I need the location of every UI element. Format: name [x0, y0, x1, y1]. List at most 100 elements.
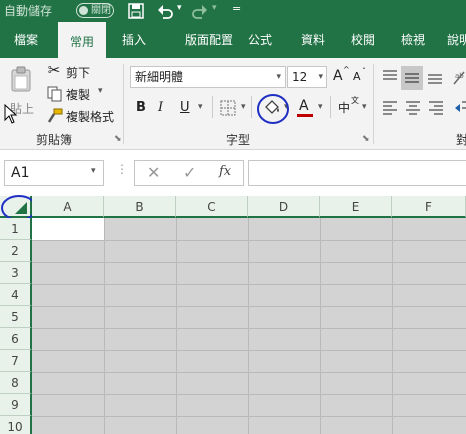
gridline	[32, 306, 466, 307]
row-header-10[interactable]: 10	[0, 416, 32, 434]
column-header-a[interactable]: A	[32, 196, 104, 218]
clipboard-launcher-icon[interactable]: ⬊	[114, 134, 122, 144]
tab-view[interactable]: 檢視	[391, 22, 435, 58]
font-color-swatch	[297, 114, 313, 117]
bold-button[interactable]: B	[136, 100, 146, 115]
alignment-group-label-partial-icon: 對	[456, 133, 466, 147]
redo-dropdown-icon[interactable]: ▾	[212, 3, 217, 13]
shrink-font-label: A	[353, 70, 361, 83]
gridline	[248, 218, 249, 434]
tab-insert[interactable]: 插入	[112, 22, 156, 58]
decrease-font-size-button[interactable]: A ˇ	[352, 67, 370, 87]
chevron-down-icon: ▾	[276, 72, 281, 82]
font-group-label: 字型	[226, 133, 251, 147]
underline-button[interactable]: U	[180, 100, 190, 115]
column-header-b[interactable]: B	[104, 196, 176, 218]
autosave-label: 自動儲存	[4, 4, 53, 18]
font-launcher-icon[interactable]: ⬊	[362, 134, 370, 144]
ribbon: 貼上 ✂ 剪下 複製 ▾ 複製格式 剪貼簿 ⬊ 新細明體 ▾ 12 ▾ A ^ …	[0, 58, 466, 150]
align-middle-icon	[405, 73, 419, 83]
underline-dropdown-icon[interactable]: ▾	[198, 102, 203, 112]
undo-dropdown-icon[interactable]: ▾	[177, 3, 182, 13]
row-header-1[interactable]: 1	[0, 218, 32, 240]
group-separator	[123, 64, 124, 144]
font-size-value: 12	[292, 70, 308, 84]
decrease-indent-icon[interactable]	[454, 99, 466, 117]
enter-icon[interactable]: ✓	[183, 163, 196, 182]
formula-input[interactable]	[248, 160, 466, 186]
copy-label: 複製	[66, 88, 91, 102]
tab-data[interactable]: 資料	[291, 22, 335, 58]
row-header-2[interactable]: 2	[0, 240, 32, 262]
column-header-f[interactable]: F	[392, 196, 466, 218]
row-header-9[interactable]: 9	[0, 394, 32, 416]
chevron-down-icon: ▾	[91, 166, 96, 176]
clipboard-icon	[11, 66, 31, 92]
font-family-value: 新細明體	[135, 70, 184, 84]
chevron-down-icon: ▾	[362, 102, 367, 112]
row-header-8[interactable]: 8	[0, 372, 32, 394]
align-top-icon[interactable]	[381, 68, 399, 86]
gridline	[32, 372, 466, 373]
gridline	[32, 240, 466, 241]
gridline	[32, 394, 466, 395]
borders-dropdown-icon[interactable]: ▾	[241, 102, 246, 112]
undo-icon[interactable]	[157, 3, 173, 19]
align-middle-button[interactable]	[401, 66, 423, 90]
name-box[interactable]: A1 ▾	[4, 160, 104, 186]
tab-formulas[interactable]: 公式	[238, 22, 282, 58]
autosave-state: 關閉	[91, 5, 111, 16]
font-color-dropdown-icon[interactable]: ▾	[318, 102, 323, 112]
format-painter-button[interactable]: 複製格式	[46, 106, 122, 126]
align-center-icon[interactable]	[404, 99, 422, 117]
copy-icon	[47, 86, 62, 102]
row-header-6[interactable]: 6	[0, 328, 32, 350]
formula-buttons: ✕ ✓ fx	[134, 160, 244, 186]
tab-home[interactable]: 常用	[58, 22, 106, 58]
worksheet-grid[interactable]: A B C D E F 1 2 3 4 5 6 7 8 9 10	[0, 195, 466, 434]
row-header-7[interactable]: 7	[0, 350, 32, 372]
gridline	[320, 218, 321, 434]
divider	[251, 96, 252, 118]
font-color-button[interactable]: A	[297, 96, 317, 118]
customize-quick-access-icon[interactable]: =	[232, 2, 241, 15]
orientation-icon[interactable]: ab	[452, 68, 466, 86]
phonetic-guide-button[interactable]: 中 文 ▾	[338, 96, 368, 118]
name-box-value: A1	[11, 165, 30, 181]
align-left-icon[interactable]	[381, 99, 399, 117]
copy-dropdown-icon[interactable]: ▾	[98, 86, 103, 96]
highlight-circle-annotation	[257, 94, 289, 124]
cut-button[interactable]: ✂ 剪下	[46, 61, 106, 82]
row-header-5[interactable]: 5	[0, 306, 32, 328]
divider	[330, 96, 331, 118]
increase-font-size-button[interactable]: A ^	[332, 65, 350, 87]
font-family-select[interactable]: 新細明體 ▾	[130, 66, 286, 88]
gridline	[32, 350, 466, 351]
svg-text:ab: ab	[455, 72, 464, 80]
tab-help[interactable]: 說明	[444, 22, 466, 58]
caret-up-icon: ^	[343, 65, 350, 74]
font-color-label: A	[299, 98, 309, 114]
column-header-e[interactable]: E	[320, 196, 392, 218]
redo-icon[interactable]	[192, 3, 208, 19]
row-header-3[interactable]: 3	[0, 262, 32, 284]
active-cell-a1[interactable]	[32, 218, 104, 240]
autosave-toggle[interactable]: 關閉	[76, 3, 114, 18]
column-header-c[interactable]: C	[176, 196, 248, 218]
borders-icon[interactable]	[220, 100, 236, 116]
more-dots-icon: ⋮	[116, 162, 128, 176]
align-bottom-icon[interactable]	[426, 68, 444, 86]
tab-file[interactable]: 檔案	[4, 22, 48, 58]
gridline	[104, 218, 105, 434]
copy-button[interactable]: 複製 ▾	[46, 84, 110, 104]
italic-button[interactable]: I	[158, 100, 163, 115]
font-size-select[interactable]: 12 ▾	[287, 66, 327, 88]
tab-review[interactable]: 校閱	[341, 22, 385, 58]
insert-function-button[interactable]: fx	[219, 164, 231, 179]
align-right-icon[interactable]	[427, 99, 445, 117]
format-painter-label: 複製格式	[66, 110, 115, 124]
column-header-d[interactable]: D	[248, 196, 320, 218]
cancel-icon[interactable]: ✕	[147, 163, 160, 182]
row-header-4[interactable]: 4	[0, 284, 32, 306]
save-icon[interactable]	[128, 3, 144, 19]
